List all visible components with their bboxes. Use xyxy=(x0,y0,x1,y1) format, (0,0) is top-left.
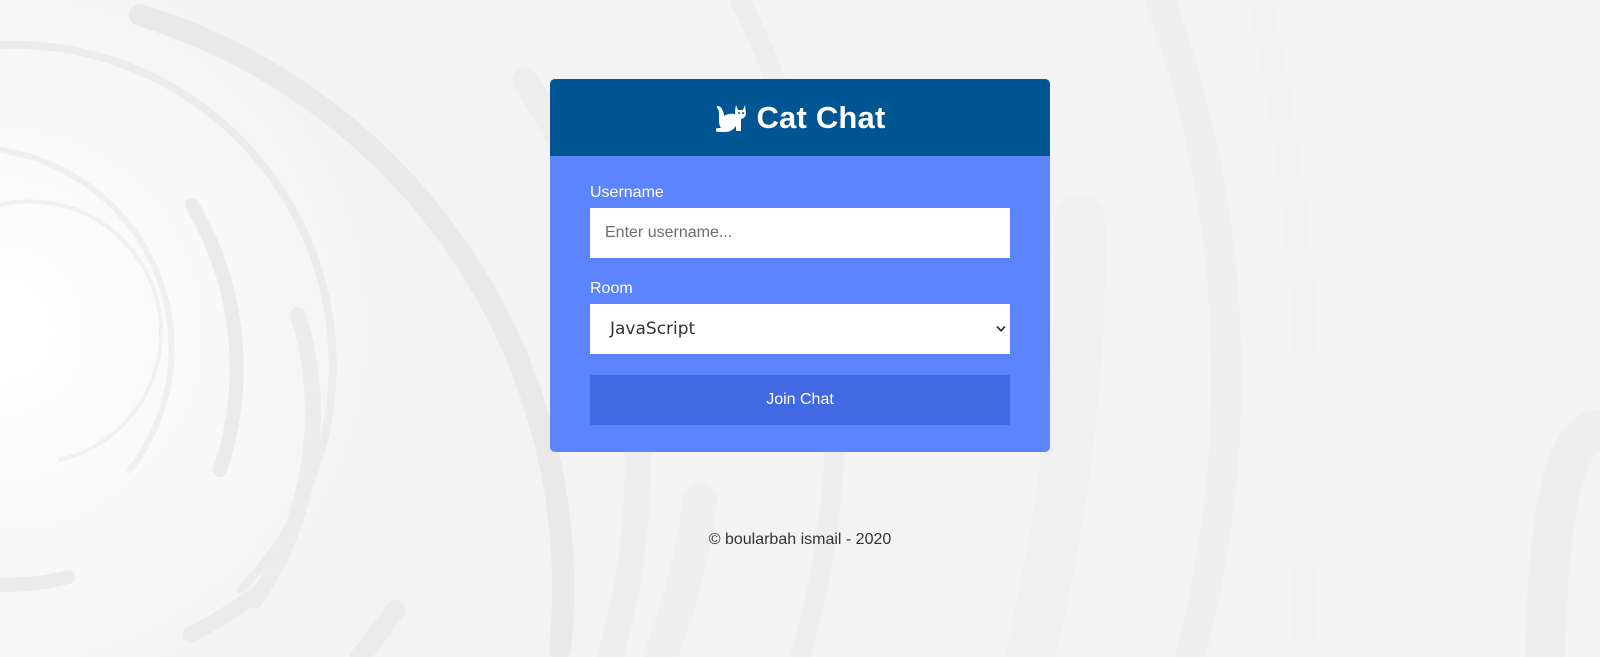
chevron-down-icon xyxy=(996,326,1006,332)
login-card: Cat Chat Username Room JavaScript Join C… xyxy=(550,79,1050,452)
app-title: Cat Chat xyxy=(756,99,886,135)
login-form: Username Room JavaScript Join Chat xyxy=(550,156,1050,425)
username-input[interactable] xyxy=(590,208,1010,258)
card-header: Cat Chat xyxy=(550,79,1050,156)
room-select[interactable]: JavaScript xyxy=(590,304,1010,354)
room-label: Room xyxy=(590,280,633,297)
room-select-value: JavaScript xyxy=(610,319,696,339)
join-chat-button[interactable]: Join Chat xyxy=(590,375,1010,425)
username-label: Username xyxy=(590,184,664,201)
cat-icon xyxy=(716,104,747,132)
footer-copyright: © boularbah ismail - 2020 xyxy=(708,531,892,548)
brand: Cat Chat xyxy=(714,100,885,136)
